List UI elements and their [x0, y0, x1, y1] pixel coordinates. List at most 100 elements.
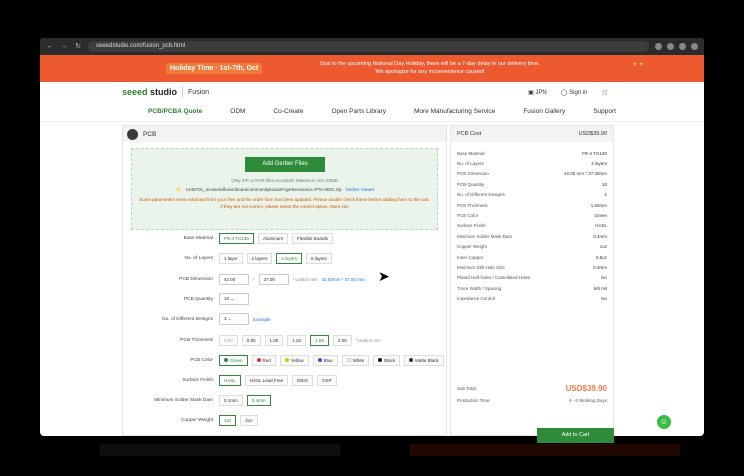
spec-key: PCB Dimension	[457, 171, 489, 177]
cost-specs: Base Material FR-4 TG130 No. of Layers 4 la…	[451, 142, 613, 304]
add-to-cart-button[interactable]: Add to Cart	[537, 428, 614, 443]
cost-spec-row: PCB Dimension 42.00 mm * 37.00mm	[457, 169, 607, 179]
opt-flexible[interactable]: Flexible Boards	[291, 232, 333, 244]
nav-manufacturing[interactable]: More Manufacturing Service	[414, 108, 495, 115]
opt-1-layer[interactable]: 1 layer	[219, 252, 243, 264]
opt-color-green[interactable]: Green	[219, 354, 248, 366]
production-label: Production Time:	[457, 398, 491, 403]
row-dimension: PCB Dimension 42.00 * 37.00 * Units in m…	[123, 271, 448, 287]
opt-color-yellow[interactable]: Yellow	[279, 354, 309, 366]
extensions-icon[interactable]	[667, 43, 674, 50]
bookmark-icon[interactable]	[655, 43, 662, 50]
nav-open-parts[interactable]: Open Parts Library	[331, 108, 386, 115]
opt-mask-0.4[interactable]: 0.4mm	[246, 394, 271, 406]
nav-odm[interactable]: ODM	[230, 108, 245, 115]
opt-copper-1oz[interactable]: 1oz	[219, 414, 237, 426]
gerber-viewer-link[interactable]: Gerber Viewer	[346, 187, 375, 193]
opt-hasl[interactable]: HASL	[219, 374, 241, 386]
cost-spec-row: PCB Thickness 1.60mm	[457, 200, 607, 210]
opt-color-red[interactable]: Red	[251, 354, 276, 366]
label-designs: No. of Different Designs	[162, 316, 213, 322]
cost-title: PCB Cost	[457, 131, 482, 137]
label-layers: No. of Layers	[184, 255, 213, 261]
production-time: Production Time: 4 - 6 Working Days	[457, 398, 607, 403]
nav-gallery[interactable]: Fusion Gallery	[523, 108, 565, 115]
browser-toolbar: ← → ↻ seeedstudio.com/fusion_pcb.html	[40, 38, 704, 55]
spec-key: Trace Width / Spacing	[457, 285, 502, 291]
holiday-label: Holiday Time · 1st-7th, Oct	[166, 63, 263, 74]
upload-area[interactable]: Add Gerber Files Only ZIP or RAR files a…	[131, 148, 438, 230]
opt-color-black[interactable]: Black	[373, 354, 401, 366]
opt-thick-2.00[interactable]: 2.00	[332, 334, 352, 346]
mouse-cursor-icon: ➤	[378, 268, 390, 284]
opt-thick-1.60[interactable]: 1.60	[310, 334, 329, 346]
spec-key: Impedance Control	[457, 296, 496, 302]
label-base-material: Base Material	[183, 235, 213, 241]
opt-hasl-lead-free[interactable]: HASL Lead Free	[244, 374, 289, 386]
cost-header: PCB Cost USD$39.90	[451, 126, 613, 142]
opt-copper-2oz[interactable]: 2oz	[240, 414, 258, 426]
reflection	[410, 444, 680, 456]
cost-spec-row: Base Material FR-4 TG130	[457, 148, 607, 158]
logo[interactable]: seeed studio	[122, 87, 177, 97]
cost-spec-row: Minimum Drill Hole Size 0.3mm	[457, 262, 607, 272]
row-layers: No. of Layers 1 layer 2 layers 4 layers …	[123, 250, 448, 266]
opt-osp[interactable]: OSP	[317, 374, 337, 386]
profile-icon[interactable]	[679, 43, 686, 50]
example-link[interactable]: Example	[253, 317, 271, 322]
holiday-message: Due to the upcoming National Day Holiday…	[320, 61, 540, 75]
spec-key: Minimum Drill Hole Size	[457, 264, 505, 270]
spec-value: 1oz	[599, 244, 607, 250]
menu-icon[interactable]	[691, 43, 698, 50]
opt-color-matte-black[interactable]: Matte Black	[404, 354, 444, 366]
opt-thick-0.60[interactable]: 0.60	[219, 334, 238, 346]
add-gerber-button[interactable]: Add Gerber Files	[245, 157, 325, 172]
label-dimension: PCB Dimension	[179, 276, 213, 282]
opt-thick-0.80[interactable]: 0.80	[241, 334, 261, 346]
language-button[interactable]: ▣ JPN	[528, 89, 547, 96]
opt-fr4[interactable]: FR-4 TG130	[219, 232, 254, 244]
label-mask-dam: Minimum Solder Mask Dam	[154, 397, 213, 403]
nav-support[interactable]: Support	[593, 108, 616, 115]
spec-key: No. of Different Designs	[457, 192, 505, 198]
production-value: 4 - 6 Working Days	[568, 398, 607, 403]
nav-co-create[interactable]: Co-Create	[273, 108, 303, 115]
params-warning: Some parameters were extracted from your…	[139, 197, 430, 209]
quantity-select[interactable]: 10 ⌄	[219, 293, 249, 305]
spec-value: 1.60mm	[590, 202, 607, 208]
dimension-width-input[interactable]: 42.00	[219, 273, 249, 285]
chat-icon[interactable]: ☺	[657, 415, 671, 429]
spec-value: HASL	[595, 223, 607, 229]
cost-spec-row: Inner Copper 0.5oz	[457, 252, 607, 262]
opt-4-layers[interactable]: 4 layers	[276, 252, 303, 264]
subtotal-label: Sub Total:	[457, 386, 477, 391]
dimension-height-input[interactable]: 37.00	[258, 273, 289, 285]
opt-6-layers[interactable]: 6 layers	[306, 252, 332, 264]
reload-icon[interactable]: ↻	[74, 43, 82, 51]
opt-color-white[interactable]: White	[341, 354, 370, 366]
cost-spec-row: Trace Width / Spacing 6/6 mil	[457, 283, 607, 293]
spec-value: 10	[601, 181, 607, 187]
spec-key: Copper Weight	[457, 244, 487, 250]
cart-icon[interactable]: 🛒	[602, 89, 609, 96]
thickness-unit: * Units in mm	[355, 337, 381, 343]
opt-enig[interactable]: ENIG	[292, 374, 314, 386]
address-bar[interactable]: seeedstudio.com/fusion_pcb.html	[88, 41, 649, 52]
opt-thick-1.20[interactable]: 1.20	[287, 334, 307, 346]
opt-mask-0.1[interactable]: 0.1mm	[219, 394, 243, 406]
cost-price: USD$39.90	[578, 131, 607, 137]
spec-key: Surface Finish	[457, 223, 486, 229]
nav-pcb-quote[interactable]: PCB/PCBA Quote	[148, 108, 202, 115]
signin-button[interactable]: ◯ Sign in	[561, 89, 588, 96]
spec-key: Base Material	[457, 150, 485, 156]
designs-select[interactable]: 1 ⌄	[219, 313, 249, 325]
row-color: PCB Color Green Red Yellow Blue White Bl…	[123, 352, 448, 368]
cost-spec-row: PCB Quantity 10	[457, 179, 607, 189]
opt-thick-1.00[interactable]: 1.00	[264, 334, 284, 346]
opt-aluminum[interactable]: Aluminum	[257, 232, 288, 244]
opt-color-blue[interactable]: Blue	[312, 354, 338, 366]
reflection	[100, 444, 340, 456]
back-icon[interactable]: ←	[46, 43, 54, 51]
forward-icon[interactable]: →	[60, 43, 68, 51]
opt-2-layers[interactable]: 2 layers	[246, 252, 273, 264]
